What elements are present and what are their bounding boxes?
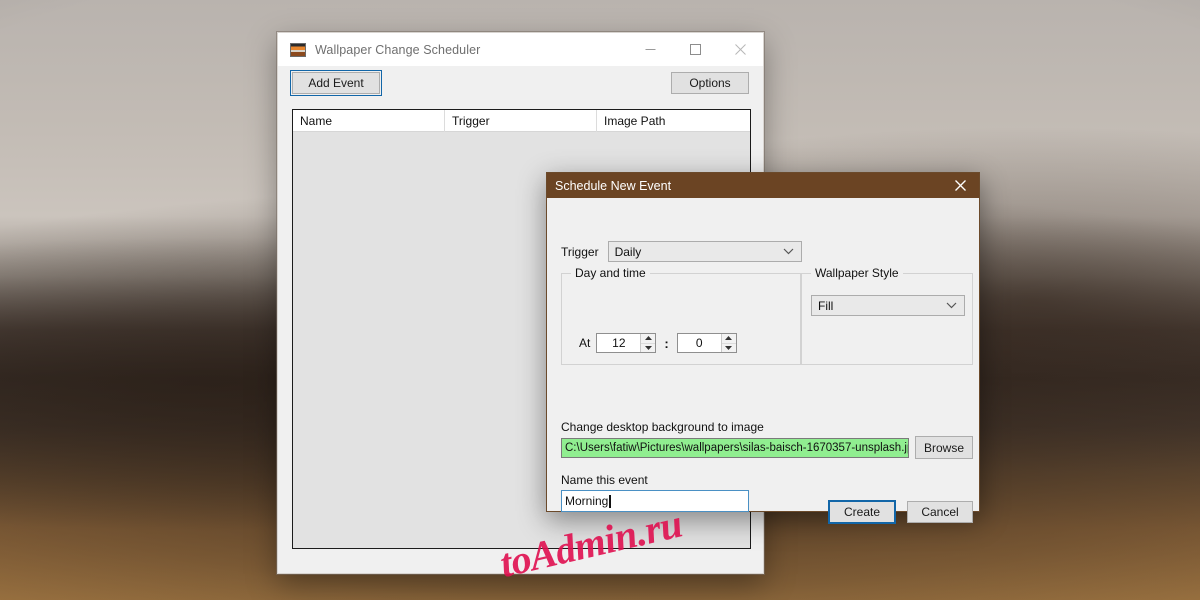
desktop-background: Wallpaper Change Scheduler Add Event Opt…	[0, 0, 1200, 600]
hours-stepper-arrows[interactable]	[640, 334, 655, 352]
event-name-value: Morning	[565, 494, 608, 508]
at-time-row: At 12 : 0	[579, 333, 737, 353]
main-toolbar: Add Event Options	[278, 66, 763, 104]
hours-value[interactable]: 12	[597, 334, 640, 352]
text-caret	[609, 495, 611, 508]
day-and-time-group: Day and time At 12	[561, 273, 801, 365]
chevron-down-icon	[946, 296, 957, 315]
column-header-trigger[interactable]: Trigger	[445, 110, 597, 132]
cancel-button[interactable]: Cancel	[907, 501, 973, 523]
wallpaper-style-select[interactable]: Fill	[811, 295, 965, 316]
hours-stepper[interactable]: 12	[596, 333, 656, 353]
create-button[interactable]: Create	[829, 501, 895, 523]
spin-up-icon[interactable]	[722, 334, 736, 344]
column-header-name[interactable]: Name	[293, 110, 445, 132]
wallpaper-style-group-label: Wallpaper Style	[811, 266, 903, 280]
main-window-titlebar: Wallpaper Change Scheduler	[278, 33, 763, 66]
add-event-button[interactable]: Add Event	[292, 72, 380, 94]
column-header-image-path[interactable]: Image Path	[597, 110, 750, 132]
image-path-input[interactable]: C:\Users\fatiw\Pictures\wallpapers\silas…	[561, 438, 909, 458]
wallpaper-style-selected-value: Fill	[818, 299, 833, 313]
wallpaper-style-group: Wallpaper Style Fill	[801, 273, 973, 365]
event-list-header: Name Trigger Image Path	[293, 110, 750, 132]
minutes-stepper[interactable]: 0	[677, 333, 737, 353]
spin-down-icon[interactable]	[722, 344, 736, 353]
dialog-body: Trigger Daily Day and time At 12	[547, 198, 979, 511]
window-controls	[628, 33, 763, 66]
day-and-time-group-label: Day and time	[571, 266, 650, 280]
background-image-label: Change desktop background to image	[561, 420, 764, 434]
minutes-value[interactable]: 0	[678, 334, 721, 352]
spin-up-icon[interactable]	[641, 334, 655, 344]
browse-button[interactable]: Browse	[915, 436, 973, 459]
chevron-down-icon	[783, 242, 794, 261]
dialog-titlebar: Schedule New Event	[547, 173, 979, 198]
event-name-label: Name this event	[561, 473, 648, 487]
schedule-new-event-dialog: Schedule New Event Trigger Daily Day and…	[546, 172, 980, 512]
trigger-row: Trigger Daily	[561, 241, 802, 262]
trigger-select[interactable]: Daily	[608, 241, 802, 262]
main-window-title: Wallpaper Change Scheduler	[315, 43, 480, 57]
event-name-input[interactable]: Morning	[561, 490, 749, 512]
trigger-label: Trigger	[561, 245, 599, 259]
monitor-wallpaper-icon	[290, 43, 306, 57]
minutes-stepper-arrows[interactable]	[721, 334, 736, 352]
minimize-icon[interactable]	[628, 33, 673, 66]
main-window-body: Add Event Options Name Trigger Image Pat…	[278, 66, 763, 104]
spin-down-icon[interactable]	[641, 344, 655, 353]
dialog-title: Schedule New Event	[555, 179, 671, 193]
trigger-selected-value: Daily	[615, 245, 642, 259]
maximize-icon[interactable]	[673, 33, 718, 66]
at-label: At	[579, 336, 590, 350]
close-icon[interactable]	[718, 33, 763, 66]
time-separator: :	[664, 336, 668, 351]
options-button[interactable]: Options	[671, 72, 749, 94]
close-icon[interactable]	[941, 173, 979, 198]
